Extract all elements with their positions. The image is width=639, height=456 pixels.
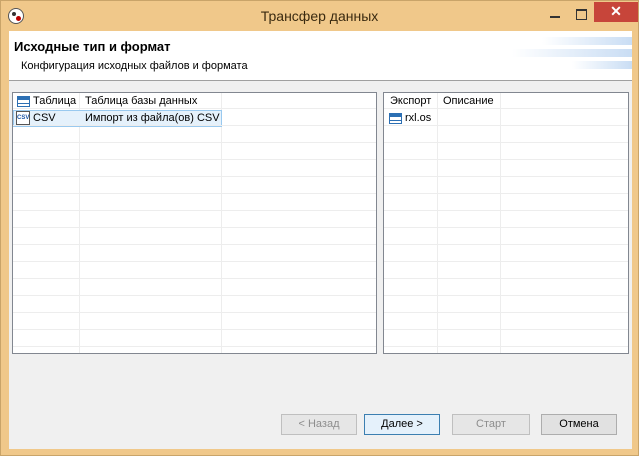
start-button[interactable]: Старт (452, 414, 530, 435)
csv-file-icon: CSV (16, 111, 30, 125)
empty-row (384, 246, 628, 262)
close-button[interactable]: ✕ (594, 2, 638, 22)
empty-row (13, 297, 376, 313)
empty-row (13, 161, 376, 177)
table-icon (389, 113, 402, 124)
row-type-name[interactable]: CSV (33, 110, 56, 126)
empty-row (384, 212, 628, 228)
title-bar[interactable]: Трансфер данных ✕ (1, 1, 638, 31)
empty-row (13, 127, 376, 143)
empty-row (384, 263, 628, 279)
column-header-export[interactable]: Экспорт (390, 94, 431, 109)
empty-row (13, 195, 376, 211)
empty-row (13, 331, 376, 347)
empty-row (13, 263, 376, 279)
empty-row (384, 229, 628, 245)
column-header-description[interactable]: Описание (443, 94, 494, 109)
next-button[interactable]: Далее > (364, 414, 440, 435)
close-icon: ✕ (610, 3, 622, 19)
empty-row (384, 297, 628, 313)
column-header-table[interactable]: Таблица (33, 94, 76, 109)
empty-row (13, 229, 376, 245)
wizard-header: Исходные тип и формат Конфигурация исход… (9, 31, 632, 81)
empty-row (384, 161, 628, 177)
export-table[interactable]: Экспорт Описание rxl.os (383, 92, 629, 354)
row-type-description[interactable]: Импорт из файла(ов) CSV (85, 110, 220, 126)
dialog-body: Исходные тип и формат Конфигурация исход… (9, 31, 632, 449)
empty-row (13, 212, 376, 228)
empty-row (384, 127, 628, 143)
minimize-icon[interactable] (542, 4, 568, 24)
empty-row (384, 178, 628, 194)
empty-row (13, 144, 376, 160)
empty-row (384, 144, 628, 160)
page-title: Исходные тип и формат (14, 39, 171, 54)
row-export-name[interactable]: rxl.os (405, 110, 431, 126)
maximize-icon[interactable] (568, 4, 594, 24)
transfer-dialog-window: Трансфер данных ✕ Исходные тип и формат … (0, 0, 639, 456)
source-type-table[interactable]: Таблица Таблица базы данных CSV CSV Импо… (12, 92, 377, 354)
table-icon (17, 96, 30, 107)
empty-row (13, 314, 376, 330)
page-subtitle: Конфигурация исходных файлов и формата (21, 60, 248, 72)
cancel-button[interactable]: Отмена (541, 414, 617, 435)
header-decoration (489, 31, 632, 80)
back-button[interactable]: < Назад (281, 414, 357, 435)
empty-row (384, 331, 628, 347)
empty-row (384, 280, 628, 296)
empty-row (384, 314, 628, 330)
column-header-database-table[interactable]: Таблица базы данных (85, 94, 197, 109)
empty-row (13, 178, 376, 194)
empty-row (13, 246, 376, 262)
empty-row (13, 280, 376, 296)
empty-row (384, 195, 628, 211)
